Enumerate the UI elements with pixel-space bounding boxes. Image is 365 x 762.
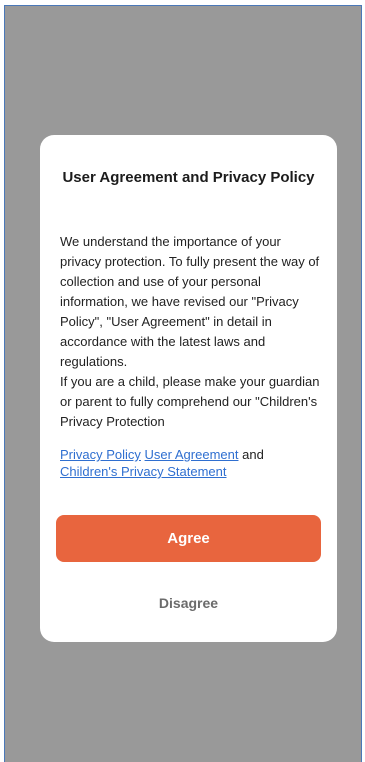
dialog-body-scroll[interactable]: We understand the importance of your pri… xyxy=(60,232,321,440)
policy-links: Privacy Policy User Agreement and Childr… xyxy=(60,446,321,480)
dialog-title: User Agreement and Privacy Policy xyxy=(62,169,315,186)
and-text: and xyxy=(242,447,264,462)
disagree-button[interactable]: Disagree xyxy=(56,585,321,621)
body-paragraph: We understand the importance of your pri… xyxy=(60,234,320,369)
privacy-policy-link[interactable]: Privacy Policy xyxy=(60,447,141,462)
screen-overlay: User Agreement and Privacy Policy We und… xyxy=(4,5,362,762)
scroll-fade xyxy=(60,430,321,440)
privacy-dialog: User Agreement and Privacy Policy We und… xyxy=(40,135,337,642)
body-paragraph: If you are a child, please make your gua… xyxy=(60,374,320,429)
childrens-privacy-statement-link[interactable]: Children's Privacy Statement xyxy=(60,464,227,479)
agree-button[interactable]: Agree xyxy=(56,515,321,562)
user-agreement-link[interactable]: User Agreement xyxy=(145,447,239,462)
